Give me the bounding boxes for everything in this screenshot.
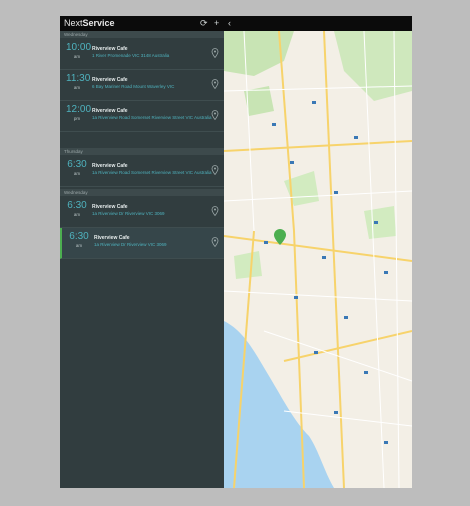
appointment-ampm: am	[73, 171, 81, 176]
refresh-icon[interactable]: ⟳	[200, 18, 208, 29]
appointment-address: 1a Riverview Dr Riverview VIC 3069	[94, 242, 167, 247]
app-window: NextService ⟳ + ‹ Wednesday 10:00 am Riv…	[60, 16, 412, 488]
appointment-item[interactable]: 12:00 pm Riverview Cafe 1a Riverview Roa…	[60, 101, 224, 132]
group-label: Wednesday	[64, 32, 88, 37]
appointment-ampm: pm	[73, 116, 81, 121]
location-pin-icon[interactable]	[211, 206, 219, 216]
appointment-address: 1 River Promenade VIC 3148 Australia	[92, 53, 170, 58]
appointment-ampm: am	[75, 243, 83, 248]
appointment-address: 1a Riverview Road Somerset Riverview Str…	[92, 170, 212, 175]
appointment-title: Riverview Cafe	[92, 163, 128, 169]
appointment-title: Riverview Cafe	[94, 235, 130, 241]
add-icon[interactable]: +	[214, 18, 219, 29]
group-label: Thursday	[64, 149, 83, 154]
appointment-title: Riverview Cafe	[92, 108, 128, 114]
appointment-item[interactable]: 10:00 am Riverview Cafe 1 River Promenad…	[60, 39, 224, 70]
brand-bold: Service	[82, 18, 115, 28]
appointment-item[interactable]: 6:30 am Riverview Cafe 1a Riverview Road…	[60, 156, 224, 187]
appointment-ampm: am	[73, 85, 81, 90]
group-label: Wednesday	[64, 190, 88, 195]
appointment-time: 6:30	[67, 159, 87, 170]
app-brand: NextService	[64, 18, 115, 28]
appointment-item[interactable]: 11:30 am Riverview Cafe 6 Bay Mariner Ro…	[60, 70, 224, 101]
appointment-time: 6:30	[69, 231, 89, 242]
appointment-ampm: am	[73, 212, 81, 217]
appointment-address: 1a Riverview Road Somerset Riverview Str…	[92, 115, 212, 120]
appointment-list: Wednesday 10:00 am Riverview Cafe 1 Rive…	[60, 31, 224, 488]
park-area	[364, 206, 396, 239]
location-pin-icon[interactable]	[211, 79, 219, 89]
brand-light: Next	[64, 18, 83, 28]
appointment-time: 6:30	[67, 200, 87, 211]
appointment-item[interactable]: 6:30 am Riverview Cafe 1a Riverview Dr R…	[60, 197, 224, 228]
appointment-ampm: am	[73, 54, 81, 59]
map-canvas[interactable]	[224, 31, 412, 488]
back-icon[interactable]: ‹	[228, 18, 231, 29]
location-pin-icon[interactable]	[211, 48, 219, 58]
map-view[interactable]	[224, 31, 412, 488]
appointment-item-selected[interactable]: 6:30 am Riverview Cafe 1a Riverview Dr R…	[60, 228, 224, 259]
park-area	[234, 251, 262, 279]
top-bar: NextService ⟳ + ‹	[60, 16, 412, 31]
location-pin-icon[interactable]	[211, 165, 219, 175]
appointment-title: Riverview Cafe	[92, 46, 128, 52]
appointment-time: 11:30	[66, 73, 91, 84]
appointment-time: 12:00	[66, 104, 92, 115]
appointment-time: 10:00	[66, 42, 92, 53]
appointment-address: 6 Bay Mariner Road Mount Waverley VIC	[92, 84, 175, 89]
appointment-title: Riverview Cafe	[92, 204, 128, 210]
group-header: Wednesday	[60, 31, 224, 38]
location-pin-icon[interactable]	[211, 237, 219, 247]
group-header: Wednesday	[60, 189, 224, 196]
location-pin-icon[interactable]	[211, 110, 219, 120]
group-header: Thursday	[60, 148, 224, 155]
appointment-title: Riverview Cafe	[92, 77, 128, 83]
appointment-address: 1a Riverview Dr Riverview VIC 3069	[92, 211, 165, 216]
